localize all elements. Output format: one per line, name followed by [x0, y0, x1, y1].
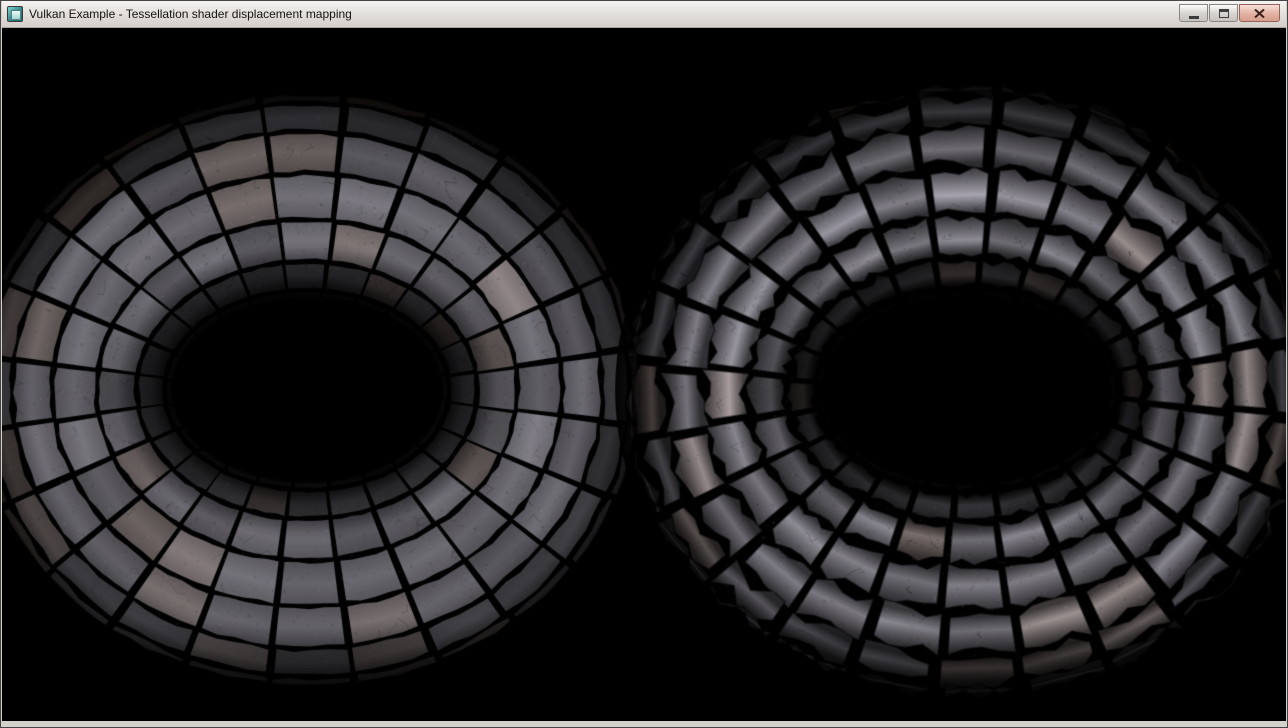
app-window: Vulkan Example - Tessellation shader dis…	[0, 0, 1288, 728]
close-button[interactable]	[1239, 4, 1280, 22]
vulkan-example-app-icon	[7, 6, 23, 22]
close-icon	[1254, 9, 1265, 18]
maximize-button[interactable]	[1209, 4, 1238, 22]
minimize-icon	[1189, 16, 1199, 19]
maximize-icon	[1219, 9, 1229, 18]
window-title: Vulkan Example - Tessellation shader dis…	[29, 7, 352, 21]
render-viewport[interactable]	[2, 28, 1286, 721]
minimize-button[interactable]	[1179, 4, 1208, 22]
vulkan-render-canvas[interactable]	[2, 28, 1286, 721]
titlebar[interactable]: Vulkan Example - Tessellation shader dis…	[2, 1, 1286, 28]
window-controls	[1179, 4, 1280, 22]
